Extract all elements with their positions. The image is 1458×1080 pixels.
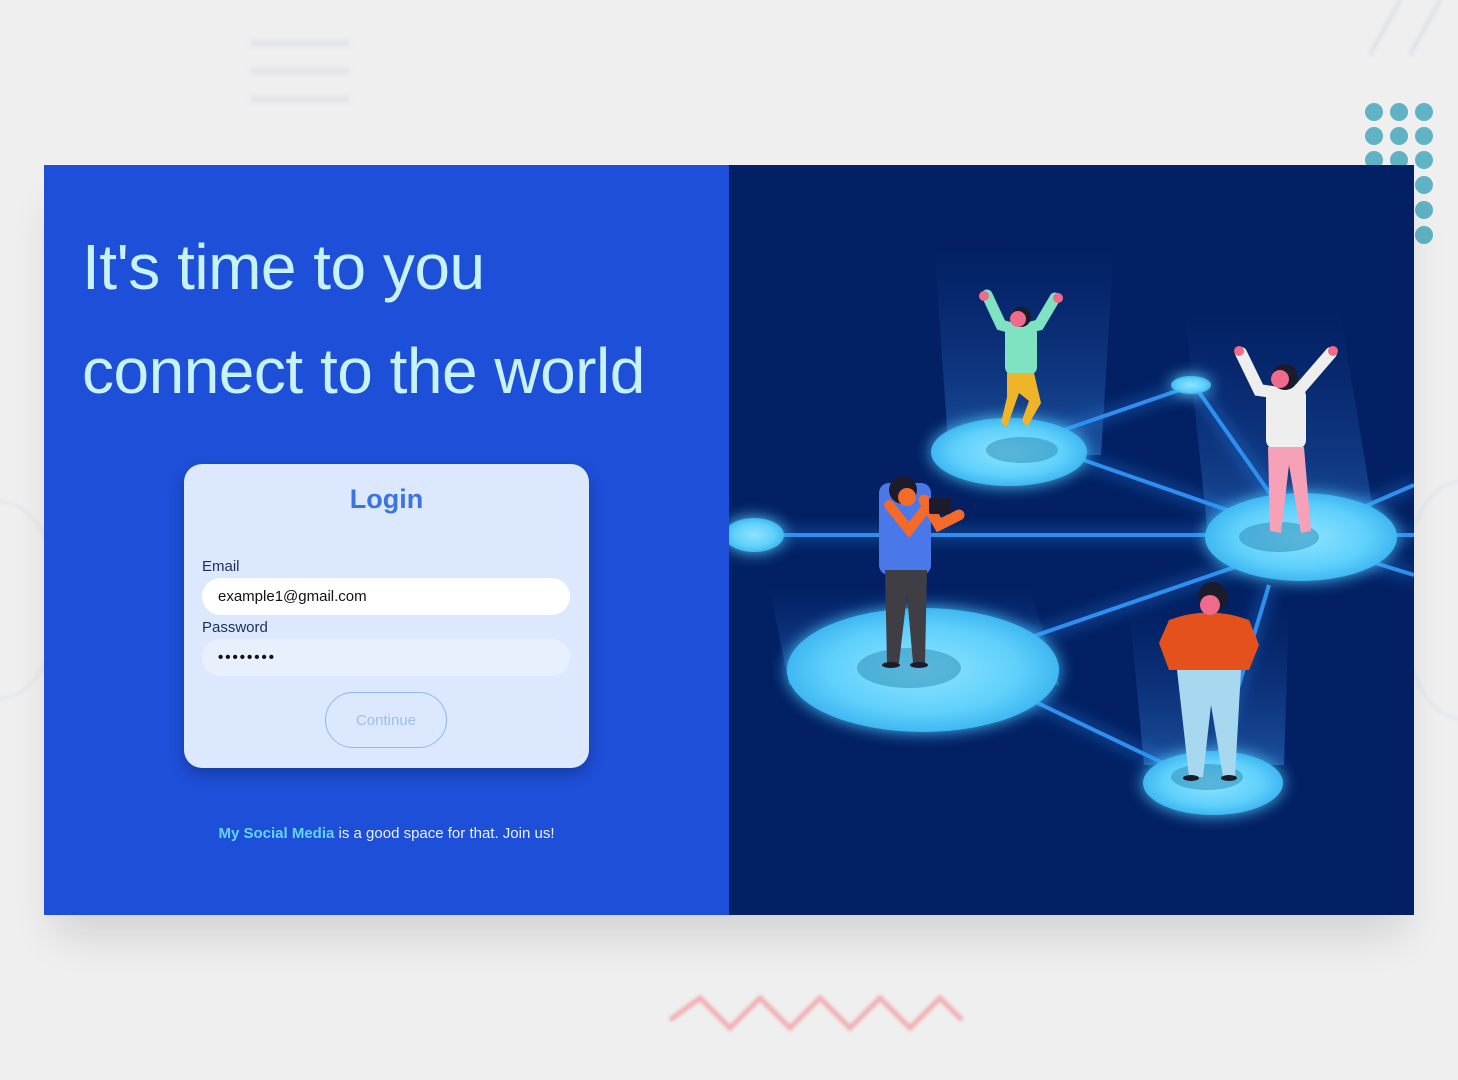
hero-line-1: It's time to you <box>82 231 485 303</box>
network-people-illustration <box>729 245 1414 815</box>
password-label: Password <box>202 619 268 636</box>
continue-button[interactable]: Continue <box>325 692 447 748</box>
footer-text: is a good space for that. Join us! <box>334 825 555 842</box>
decorative-slash <box>1368 0 1442 56</box>
decorative-lines <box>250 40 350 110</box>
footer-tagline: My Social Media is a good space for that… <box>44 825 729 842</box>
decorative-zigzag <box>668 994 964 1032</box>
login-title: Login <box>349 484 424 514</box>
email-field[interactable]: example1@gmail.com <box>202 578 570 615</box>
hero-line-2: connect to the world <box>82 335 645 407</box>
left-panel: It's time to you connect to the world Lo… <box>44 165 729 915</box>
password-field[interactable]: •••••••• <box>202 639 570 676</box>
landing-frame: It's time to you connect to the world Lo… <box>44 165 1414 915</box>
hero-headline: It's time to you connect to the world <box>82 215 722 423</box>
login-card: Login Email example1@gmail.com Password … <box>184 464 589 768</box>
page-background: It's time to you connect to the world Lo… <box>0 0 1458 1080</box>
brand-name: My Social Media <box>218 825 335 842</box>
email-label: Email <box>202 558 240 575</box>
right-panel <box>729 165 1414 915</box>
